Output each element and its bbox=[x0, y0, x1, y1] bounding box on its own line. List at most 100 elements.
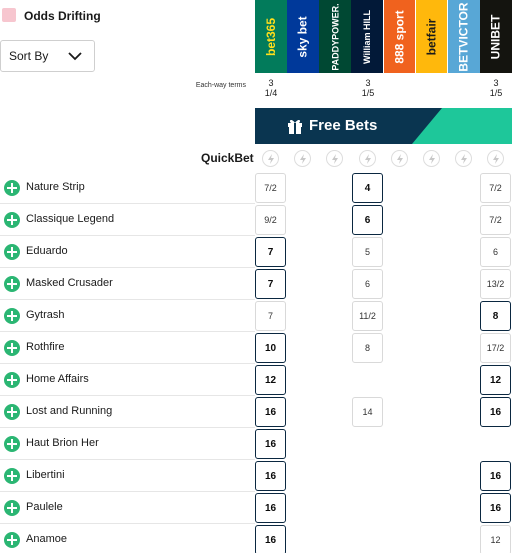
quickbet-bolt-icon[interactable] bbox=[455, 150, 472, 167]
add-runner-icon[interactable] bbox=[4, 244, 20, 260]
odds-button[interactable]: 11/2 bbox=[352, 301, 383, 331]
quickbet-bolt-icon[interactable] bbox=[326, 150, 343, 167]
runner-name: Rothfire bbox=[26, 341, 65, 353]
bookmaker-logo-0[interactable]: bet365 bbox=[255, 0, 287, 73]
bookmaker-name: William HILL bbox=[362, 9, 373, 64]
odds-button[interactable]: 16 bbox=[480, 461, 511, 491]
runner-row: Libertini 16 16 bbox=[0, 460, 512, 492]
odds-button[interactable]: 6 bbox=[480, 237, 511, 267]
each-way-term: 3 1/4 bbox=[255, 78, 287, 98]
quickbet-bolt-icon[interactable] bbox=[423, 150, 440, 167]
runner-row: Paulele 16 16 bbox=[0, 492, 512, 524]
sort-by-label: Sort By bbox=[9, 49, 49, 63]
runner-row: Haut Brion Her 16 bbox=[0, 428, 512, 460]
odds-button[interactable]: 7 bbox=[255, 301, 286, 331]
runner-name: Haut Brion Her bbox=[26, 437, 99, 449]
add-runner-icon[interactable] bbox=[4, 500, 20, 516]
odds-button[interactable]: 16 bbox=[255, 461, 286, 491]
bookmaker-logo-1[interactable]: sky bet bbox=[287, 0, 319, 73]
bookmaker-logo-2[interactable]: PADDYPOWER. bbox=[319, 0, 352, 73]
bookmaker-logo-7[interactable]: UNIBET bbox=[479, 0, 512, 73]
odds-button[interactable]: 16 bbox=[255, 525, 286, 553]
each-way-fraction: 1/5 bbox=[489, 88, 503, 98]
runner-name: Eduardo bbox=[26, 245, 68, 257]
add-runner-icon[interactable] bbox=[4, 468, 20, 484]
bookmaker-logo-3[interactable]: William HILL bbox=[351, 0, 384, 73]
add-runner-icon[interactable] bbox=[4, 436, 20, 452]
odds-button[interactable]: 12 bbox=[480, 525, 511, 553]
odds-button[interactable]: 12 bbox=[255, 365, 286, 395]
quickbet-bolt-icon[interactable] bbox=[391, 150, 408, 167]
runner-name: Classique Legend bbox=[26, 213, 115, 225]
odds-button[interactable]: 7/2 bbox=[480, 173, 511, 203]
each-way-places: 3 bbox=[365, 78, 371, 88]
runner-name: Paulele bbox=[26, 501, 63, 513]
chevron-down-icon bbox=[68, 52, 82, 61]
each-way-places: 3 bbox=[268, 78, 274, 88]
add-runner-icon[interactable] bbox=[4, 404, 20, 420]
odds-button[interactable]: 6 bbox=[352, 269, 383, 299]
runner-name: Home Affairs bbox=[26, 373, 89, 385]
odds-button[interactable]: 16 bbox=[255, 493, 286, 523]
odds-button[interactable]: 16 bbox=[480, 493, 511, 523]
quickbet-bolt-icon[interactable] bbox=[487, 150, 504, 167]
bookmaker-logo-5[interactable]: betfair bbox=[415, 0, 448, 73]
odds-button[interactable]: 12 bbox=[480, 365, 511, 395]
runner-row: Masked Crusader 7 6 13/2 bbox=[0, 268, 512, 300]
quickbet-label: QuickBet bbox=[201, 151, 254, 165]
quickbet-bolt-icon[interactable] bbox=[294, 150, 311, 167]
odds-button[interactable]: 16 bbox=[255, 397, 286, 427]
quickbet-bolt-icon[interactable] bbox=[359, 150, 376, 167]
runner-row: Classique Legend 9/2 6 7/2 bbox=[0, 204, 512, 236]
bookmaker-name: betfair bbox=[424, 18, 439, 55]
odds-button[interactable]: 7/2 bbox=[480, 205, 511, 235]
odds-button[interactable]: 14 bbox=[352, 397, 383, 427]
free-bets-label: Free Bets bbox=[309, 117, 378, 134]
runner-row: Lost and Running 16 14 16 bbox=[0, 396, 512, 428]
odds-button[interactable]: 7 bbox=[255, 237, 286, 267]
odds-button[interactable]: 5 bbox=[352, 237, 383, 267]
bookmaker-header-row: bet365 sky bet PADDYPOWER. William HILL 888 … bbox=[255, 0, 512, 73]
free-bets-accent-stripe bbox=[412, 108, 512, 144]
odds-drifting-swatch bbox=[2, 8, 16, 22]
odds-button[interactable]: 7/2 bbox=[255, 173, 286, 203]
odds-button[interactable]: 4 bbox=[352, 173, 383, 203]
each-way-term: 3 1/5 bbox=[352, 78, 384, 98]
add-runner-icon[interactable] bbox=[4, 308, 20, 324]
runner-row: Rothfire 10 8 17/2 bbox=[0, 332, 512, 364]
runner-name: Libertini bbox=[26, 469, 65, 481]
runner-name: Nature Strip bbox=[26, 181, 85, 193]
each-way-places: 3 bbox=[493, 78, 499, 88]
each-way-fraction: 1/4 bbox=[264, 88, 278, 98]
runner-name: Gytrash bbox=[26, 309, 65, 321]
odds-button[interactable]: 8 bbox=[480, 301, 511, 331]
odds-button[interactable]: 10 bbox=[255, 333, 286, 363]
gift-icon bbox=[288, 119, 302, 134]
odds-button[interactable]: 13/2 bbox=[480, 269, 511, 299]
add-runner-icon[interactable] bbox=[4, 340, 20, 356]
runner-row: Home Affairs 12 12 bbox=[0, 364, 512, 396]
runner-name: Anamoe bbox=[26, 533, 67, 545]
odds-button[interactable]: 7 bbox=[255, 269, 286, 299]
sort-by-select[interactable]: Sort By bbox=[0, 40, 95, 72]
odds-button[interactable]: 17/2 bbox=[480, 333, 511, 363]
quickbet-bolt-icon[interactable] bbox=[262, 150, 279, 167]
add-runner-icon[interactable] bbox=[4, 212, 20, 228]
add-runner-icon[interactable] bbox=[4, 372, 20, 388]
runner-row: Gytrash 7 11/2 8 bbox=[0, 300, 512, 332]
add-runner-icon[interactable] bbox=[4, 532, 20, 548]
add-runner-icon[interactable] bbox=[4, 276, 20, 292]
filter-panel: Odds Drifting Sort By bbox=[0, 0, 255, 80]
runner-row: Eduardo 7 5 6 bbox=[0, 236, 512, 268]
odds-button[interactable]: 8 bbox=[352, 333, 383, 363]
bookmaker-logo-4[interactable]: 888 sport bbox=[383, 0, 416, 73]
add-runner-icon[interactable] bbox=[4, 180, 20, 196]
odds-button[interactable]: 16 bbox=[480, 397, 511, 427]
odds-button[interactable]: 6 bbox=[352, 205, 383, 235]
each-way-terms-label: Each-way terms bbox=[195, 82, 246, 89]
free-bets-banner[interactable]: Free Bets bbox=[255, 108, 512, 144]
bookmaker-logo-6[interactable]: BETVICTOR bbox=[447, 0, 480, 73]
odds-button[interactable]: 9/2 bbox=[255, 205, 286, 235]
odds-button[interactable]: 16 bbox=[255, 429, 286, 459]
each-way-fraction: 1/5 bbox=[361, 88, 375, 98]
